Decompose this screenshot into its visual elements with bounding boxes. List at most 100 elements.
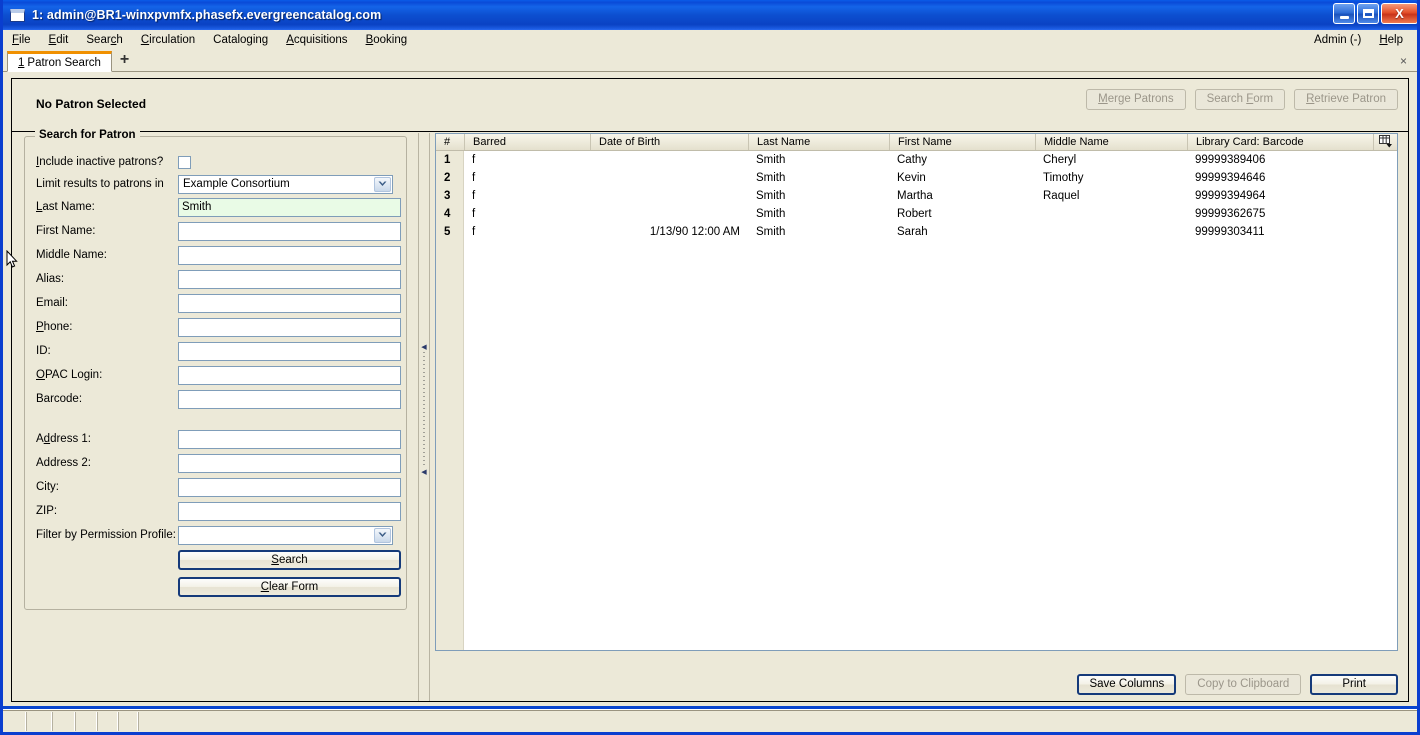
maximize-button[interactable] [1357,3,1379,24]
alias-label: Alias: [36,273,65,285]
tab-index: 1 [18,56,25,69]
menu-admin[interactable]: Admin (-) [1305,32,1370,48]
clear-form-button[interactable]: Clear Form [178,577,401,597]
results-pane: # Barred Date of Birth Last Name First N… [431,133,1408,701]
tab-patron-search[interactable]: 1 Patron Search [7,51,112,72]
cell-barred: f [472,172,476,184]
phone-input[interactable] [178,317,401,337]
middle-name-input[interactable] [178,245,401,265]
permission-profile-label: Filter by Permission Profile: [36,529,176,541]
menu-booking[interactable]: Booking [357,32,417,48]
results-footer-actions: Save Columns Copy to Clipboard Print [1077,674,1398,695]
cell-barred: f [472,154,476,166]
window-icon [10,8,25,22]
cell-barred: f [472,226,476,238]
column-header-index[interactable]: # [436,134,464,150]
barcode-input[interactable] [178,389,401,409]
address-2-input[interactable] [178,453,401,473]
cell-library-card: 99999362675 [1195,208,1266,220]
opac-login-input[interactable] [178,365,401,385]
status-cell-3 [53,712,76,731]
column-header-barred[interactable]: Barred [464,134,590,150]
table-row[interactable]: 1 f Smith Cathy Cheryl 99999389406 [436,151,1397,169]
limit-results-select[interactable]: Example Consortium [178,174,393,194]
retrieve-patron-button[interactable]: Retrieve Patron [1294,89,1398,110]
row-first-name: First Name: [36,220,401,242]
row-include-inactive: Include inactive patrons? [36,151,401,173]
results-header-row: # Barred Date of Birth Last Name First N… [436,134,1397,151]
last-name-input[interactable] [178,197,401,217]
menu-cataloging[interactable]: Cataloging [204,32,277,48]
search-form-button[interactable]: Search Form [1194,89,1286,110]
cell-date-of-birth [590,169,748,187]
close-tab-icon[interactable]: × [1400,54,1407,68]
table-row[interactable]: 4 f Smith Robert 99999362675 [436,205,1397,223]
status-cell-4 [76,712,98,731]
table-row[interactable]: 3 f Smith Martha Raquel 99999394964 [436,187,1397,205]
menu-edit[interactable]: Edit [40,32,78,48]
column-header-last-name[interactable]: Last Name [748,134,889,150]
menu-search[interactable]: Search [77,32,131,48]
menu-circulation[interactable]: Circulation [132,32,204,48]
close-button[interactable]: X [1381,3,1417,24]
new-tab-button[interactable]: + [120,51,129,70]
merge-patrons-button[interactable]: Merge Patrons [1086,89,1186,110]
column-header-first-name[interactable]: First Name [889,134,1035,150]
cell-last-name: Smith [756,226,786,238]
table-row[interactable]: 5 f 1/13/90 12:00 AM Smith Sarah 9999930… [436,223,1397,241]
pane-splitter[interactable]: ◀ ◀ [418,133,430,701]
cell-last-name: Smith [756,154,786,166]
cell-library-card: 99999394964 [1195,190,1266,202]
zip-input[interactable] [178,501,401,521]
chevron-down-icon [374,527,391,543]
row-permission-profile: Filter by Permission Profile: [36,524,401,546]
maximize-icon [1362,9,1374,18]
search-pane: Search for Patron Include inactive patro… [12,129,418,701]
cell-last-name: Smith [756,172,786,184]
row-opac-login: OPAC Login: [36,364,401,386]
cell-middle-name [1035,223,1187,241]
results-rows: 1 f Smith Cathy Cheryl 99999389406 2 f S… [436,151,1397,241]
cell-middle-name: Timothy [1043,172,1084,184]
row-id: ID: [36,340,401,362]
column-picker-icon [1379,135,1393,148]
cell-library-card: 99999394646 [1195,172,1266,184]
table-row[interactable]: 2 f Smith Kevin Timothy 99999394646 [436,169,1397,187]
limit-results-label: Limit results to patrons in [36,178,164,190]
email-input[interactable] [178,293,401,313]
cell-date-of-birth [590,187,748,205]
menu-help[interactable]: Help [1370,32,1417,48]
tab-strip: 1 Patron Search + × [3,50,1417,72]
application-window: 1: admin@BR1-winxpvmfx.phasefx.evergreen… [0,0,1420,735]
column-header-date-of-birth[interactable]: Date of Birth [590,134,748,150]
cell-last-name: Smith [756,208,786,220]
first-name-input[interactable] [178,221,401,241]
column-header-library-card[interactable]: Library Card: Barcode [1187,134,1373,150]
status-cell-7 [139,712,1417,731]
include-inactive-checkbox[interactable] [178,155,191,169]
permission-profile-select[interactable] [178,525,393,545]
minimize-button[interactable] [1333,3,1355,24]
tab-label: Patron Search [27,56,101,69]
row-address-2: Address 2: [36,452,401,474]
content-frame: No Patron Selected Merge Patrons Search … [11,78,1409,702]
city-input[interactable] [178,477,401,497]
column-picker-button[interactable] [1373,134,1397,150]
menu-file[interactable]: File [3,32,40,48]
column-header-middle-name[interactable]: Middle Name [1035,134,1187,150]
copy-to-clipboard-button[interactable]: Copy to Clipboard [1185,674,1302,695]
cell-date-of-birth [590,205,748,223]
alias-input[interactable] [178,269,401,289]
print-button[interactable]: Print [1310,674,1398,695]
address-1-input[interactable] [178,429,401,449]
cell-middle-name [1035,205,1187,223]
save-columns-button[interactable]: Save Columns [1077,674,1177,695]
search-button[interactable]: Search [178,550,401,570]
splitter-grip[interactable]: ◀ ◀ [421,344,428,476]
status-cell-1 [3,712,27,731]
id-input[interactable] [178,341,401,361]
limit-results-value: Example Consortium [183,178,290,190]
menu-bar: File Edit Search Circulation Cataloging … [3,30,1417,50]
title-bar: 1: admin@BR1-winxpvmfx.phasefx.evergreen… [3,0,1417,30]
menu-acquisitions[interactable]: Acquisitions [277,32,356,48]
